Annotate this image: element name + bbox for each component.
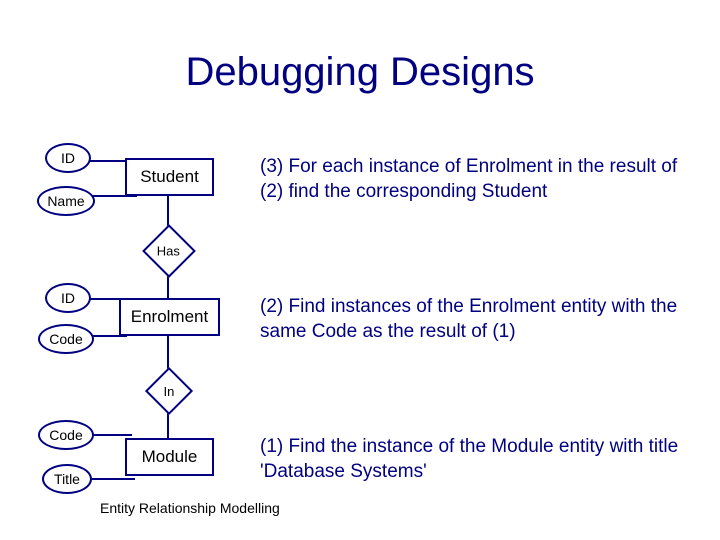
attribute-label: Code xyxy=(49,331,82,347)
page-title: Debugging Designs xyxy=(0,50,720,95)
step-1-text: (1) Find the instance of the Module enti… xyxy=(260,435,680,484)
relationship-has: Has xyxy=(142,224,196,278)
attribute-enrolment-id: ID xyxy=(45,283,91,313)
step-2-text: (2) Find instances of the Enrolment enti… xyxy=(260,295,680,344)
entity-label: Module xyxy=(142,447,198,467)
step-3-text: (3) For each instance of Enrolment in th… xyxy=(260,155,680,204)
relationship-label: Has xyxy=(157,244,180,259)
entity-label: Student xyxy=(140,167,199,187)
attribute-module-title: Title xyxy=(42,464,92,494)
attribute-label: ID xyxy=(61,150,75,166)
attribute-module-code: Code xyxy=(38,420,94,450)
entity-student: Student xyxy=(125,158,214,196)
entity-enrolment: Enrolment xyxy=(119,298,220,336)
footer-text: Entity Relationship Modelling xyxy=(100,500,280,516)
attribute-enrolment-code: Code xyxy=(38,324,94,354)
attribute-label: ID xyxy=(61,290,75,306)
attribute-label: Name xyxy=(47,193,84,209)
attribute-student-id: ID xyxy=(45,143,91,173)
entity-module: Module xyxy=(125,438,214,476)
attribute-label: Title xyxy=(54,471,80,487)
entity-label: Enrolment xyxy=(131,307,208,327)
attribute-student-name: Name xyxy=(37,186,95,216)
relationship-label: In xyxy=(164,384,175,399)
attribute-label: Code xyxy=(49,427,82,443)
relationship-in: In xyxy=(145,367,193,415)
